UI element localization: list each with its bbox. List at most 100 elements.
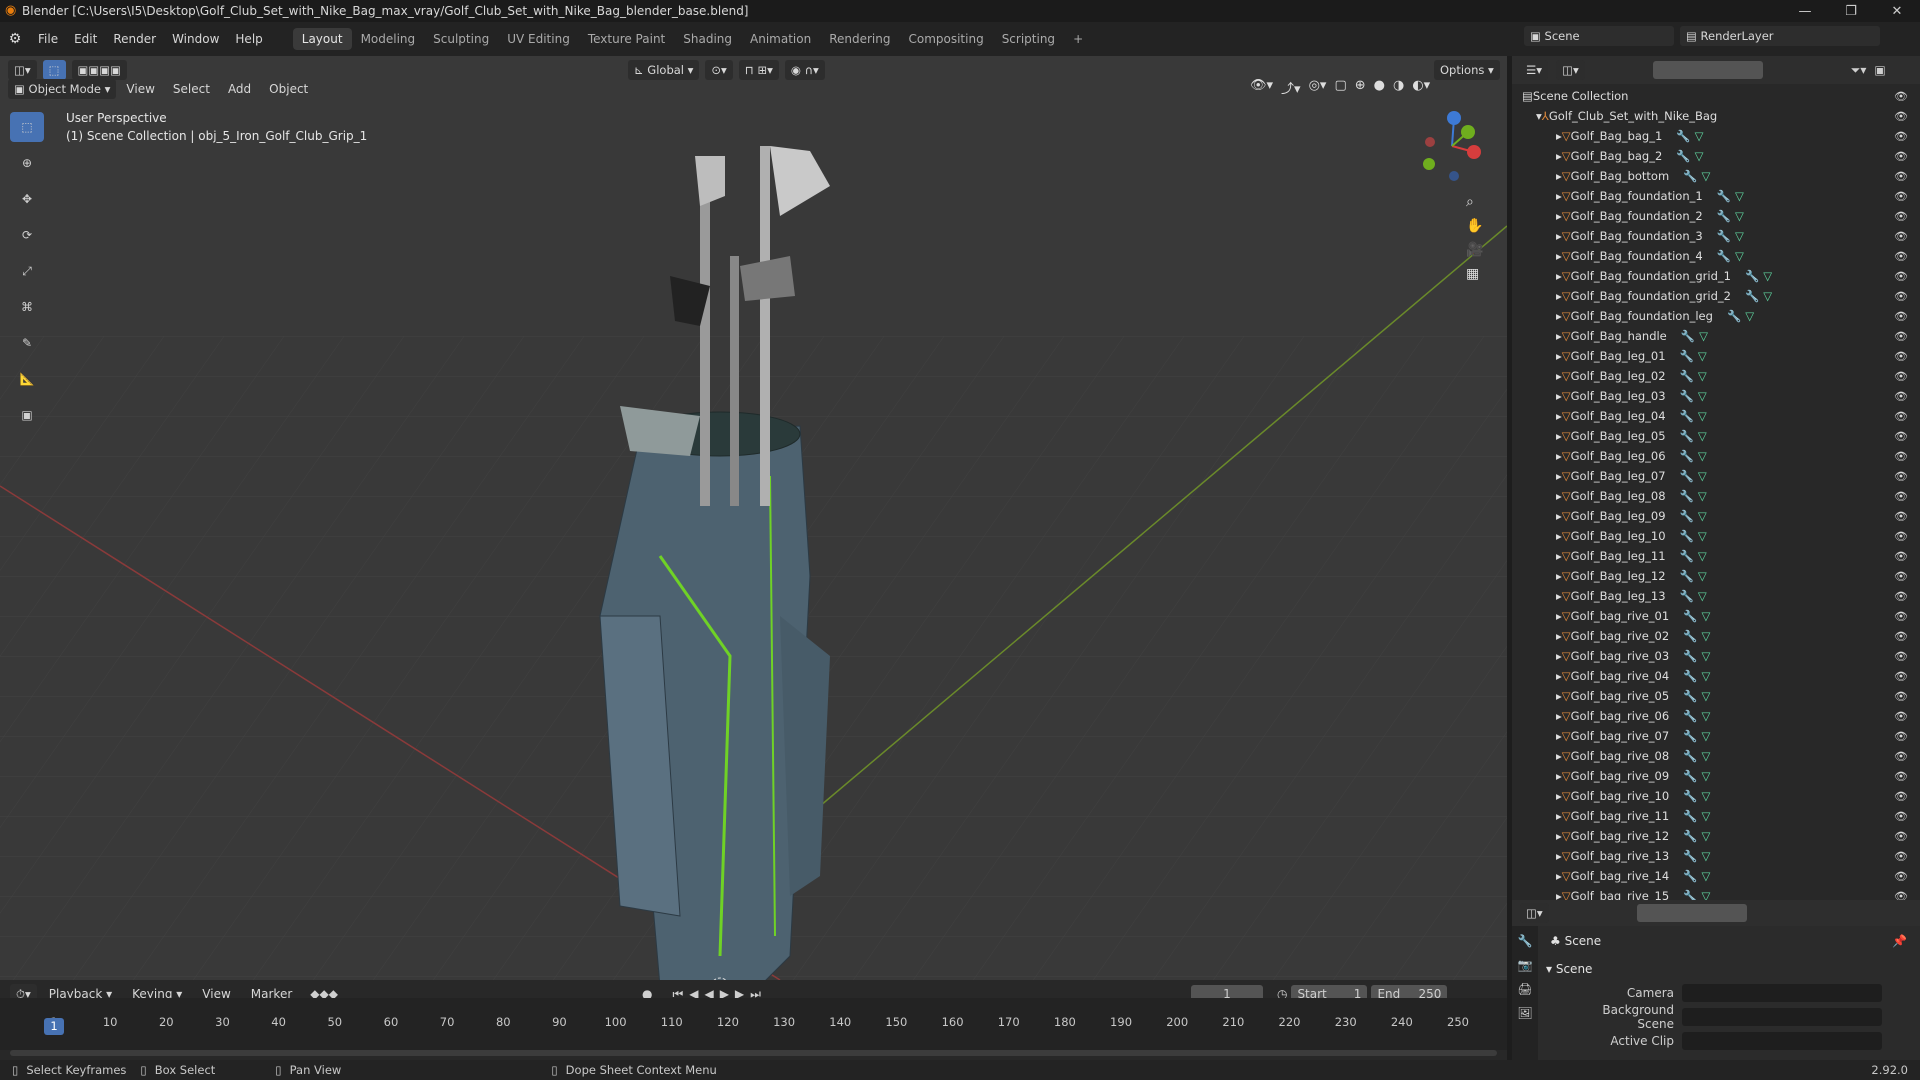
outliner-item[interactable]: ▸ ▽ Golf_bag_rive_06 🔧 ▽ 👁	[1512, 706, 1920, 726]
mesh-data-icon[interactable]: ▽	[1698, 529, 1707, 543]
gizmo-icon[interactable]: ⤴▾	[1281, 78, 1301, 97]
close-icon[interactable]: ✕	[1874, 0, 1920, 22]
filter-icon[interactable]: ⏷▾	[1851, 63, 1867, 78]
navigation-gizmo[interactable]	[1412, 106, 1492, 186]
minimize-icon[interactable]: —	[1782, 0, 1828, 22]
mesh-data-icon[interactable]: ▽	[1698, 369, 1707, 383]
visibility-icon[interactable]: 👁▾	[1250, 78, 1273, 97]
display-mode-icon[interactable]: ◫▾	[1556, 60, 1585, 80]
modifier-wrench-icon[interactable]: 🔧	[1680, 409, 1694, 423]
modifier-wrench-icon[interactable]: 🔧	[1680, 449, 1694, 463]
visibility-eye-icon[interactable]: 👁	[1894, 530, 1908, 543]
mesh-data-icon[interactable]: ▽	[1702, 609, 1711, 623]
camera-view-icon[interactable]: 🎥	[1466, 242, 1483, 258]
outliner-item[interactable]: ▸ ▽ Golf_Bag_leg_01 🔧 ▽ 👁	[1512, 346, 1920, 366]
modifier-wrench-icon[interactable]: 🔧	[1680, 569, 1694, 583]
outliner-item[interactable]: ▸ ▽ Golf_Bag_leg_10 🔧 ▽ 👁	[1512, 526, 1920, 546]
transform-tool-icon[interactable]: ⌘	[10, 292, 44, 322]
mesh-data-icon[interactable]: ▽	[1702, 789, 1711, 803]
pin-icon[interactable]: 📌	[1892, 934, 1907, 948]
modifier-wrench-icon[interactable]: 🔧	[1683, 749, 1697, 763]
mesh-data-icon[interactable]: ▽	[1698, 469, 1707, 483]
modifier-wrench-icon[interactable]: 🔧	[1683, 609, 1697, 623]
mesh-data-icon[interactable]: ▽	[1745, 309, 1754, 323]
select-mode-icon[interactable]: ⬚	[42, 60, 66, 80]
shading-material-icon[interactable]: ◑	[1393, 78, 1404, 97]
outliner-item[interactable]: ▸ ▽ Golf_Bag_bottom 🔧 ▽ 👁	[1512, 166, 1920, 186]
mesh-data-icon[interactable]: ▽	[1735, 209, 1744, 223]
mesh-data-icon[interactable]: ▽	[1698, 349, 1707, 363]
modifier-wrench-icon[interactable]: 🔧	[1717, 249, 1731, 263]
outliner-item[interactable]: ▸ ▽ Golf_Bag_leg_02 🔧 ▽ 👁	[1512, 366, 1920, 386]
new-collection-icon[interactable]: ▣	[1874, 63, 1885, 77]
modifier-wrench-icon[interactable]: 🔧	[1683, 629, 1697, 643]
visibility-eye-icon[interactable]: 👁	[1894, 310, 1908, 323]
modifier-wrench-icon[interactable]: 🔧	[1683, 649, 1697, 663]
outliner-item[interactable]: ▸ ▽ Golf_bag_rive_13 🔧 ▽ 👁	[1512, 846, 1920, 866]
visibility-eye-icon[interactable]: 👁	[1894, 410, 1908, 423]
tab-rendering[interactable]: Rendering	[820, 28, 899, 50]
outliner-item[interactable]: ▸ ▽ Golf_Bag_leg_12 🔧 ▽ 👁	[1512, 566, 1920, 586]
visibility-eye-icon[interactable]: 👁	[1894, 430, 1908, 443]
outliner-item[interactable]: ▸ ▽ Golf_bag_rive_08 🔧 ▽ 👁	[1512, 746, 1920, 766]
visibility-eye-icon[interactable]: 👁	[1894, 350, 1908, 363]
playhead[interactable]: 1	[44, 1018, 64, 1035]
tab-layout[interactable]: Layout	[292, 28, 352, 50]
proportional-edit-icon[interactable]: ◉ ∩▾	[784, 60, 825, 80]
visibility-eye-icon[interactable]: 👁	[1894, 610, 1908, 623]
mesh-data-icon[interactable]: ▽	[1698, 509, 1707, 523]
visibility-eye-icon[interactable]: 👁	[1894, 770, 1908, 783]
tab-texture-paint[interactable]: Texture Paint	[579, 28, 674, 50]
mesh-data-icon[interactable]: ▽	[1735, 189, 1744, 203]
outliner-item[interactable]: ▸ ▽ Golf_Bag_bag_1 🔧 ▽ 👁	[1512, 126, 1920, 146]
visibility-eye-icon[interactable]: 👁	[1894, 390, 1908, 403]
mesh-data-icon[interactable]: ▽	[1702, 749, 1711, 763]
transform-orientation[interactable]: ⊾ Global ▾	[628, 60, 700, 80]
outliner-item[interactable]: ▸ ▽ Golf_Bag_foundation_grid_1 🔧 ▽ 👁	[1512, 266, 1920, 286]
visibility-eye-icon[interactable]: 👁	[1894, 750, 1908, 763]
modifier-wrench-icon[interactable]: 🔧	[1683, 849, 1697, 863]
timeline-scrollbar[interactable]	[10, 1050, 1497, 1056]
overlay-icon[interactable]: ◎▾	[1309, 78, 1327, 97]
active-clip-field[interactable]	[1682, 1032, 1882, 1050]
visibility-eye-icon[interactable]: 👁	[1894, 170, 1908, 183]
visibility-eye-icon[interactable]: 👁	[1894, 570, 1908, 583]
options-menu[interactable]: Options ▾	[1434, 60, 1500, 80]
render-properties-icon[interactable]: 📷	[1518, 958, 1533, 972]
mesh-data-icon[interactable]: ▽	[1698, 409, 1707, 423]
cursor-tool-icon[interactable]: ⊕	[10, 148, 44, 178]
properties-search-input[interactable]	[1636, 904, 1747, 922]
modifier-wrench-icon[interactable]: 🔧	[1680, 529, 1694, 543]
modifier-wrench-icon[interactable]: 🔧	[1680, 469, 1694, 483]
shading-solid-icon[interactable]: ●	[1374, 78, 1385, 97]
visibility-eye-icon[interactable]: 👁	[1894, 490, 1908, 503]
modifier-wrench-icon[interactable]: 🔧	[1683, 689, 1697, 703]
mesh-data-icon[interactable]: ▽	[1702, 169, 1711, 183]
visibility-eye-icon[interactable]: 👁	[1894, 190, 1908, 203]
outliner-item[interactable]: ▸ ▽ Golf_Bag_foundation_2 🔧 ▽ 👁	[1512, 206, 1920, 226]
mesh-data-icon[interactable]: ▽	[1695, 149, 1704, 163]
visibility-eye-icon[interactable]: 👁	[1894, 210, 1908, 223]
outliner-item[interactable]: ▸ ▽ Golf_bag_rive_05 🔧 ▽ 👁	[1512, 686, 1920, 706]
modifier-wrench-icon[interactable]: 🔧	[1680, 369, 1694, 383]
add-cube-tool-icon[interactable]: ▣	[10, 400, 44, 430]
zoom-icon[interactable]: ⌕	[1466, 194, 1483, 210]
mesh-data-icon[interactable]: ▽	[1735, 229, 1744, 243]
outliner-item[interactable]: ▸ ▽ Golf_Bag_bag_2 🔧 ▽ 👁	[1512, 146, 1920, 166]
mesh-data-icon[interactable]: ▽	[1702, 869, 1711, 883]
tab-sculpting[interactable]: Sculpting	[424, 28, 498, 50]
mesh-data-icon[interactable]: ▽	[1699, 329, 1708, 343]
modifier-wrench-icon[interactable]: 🔧	[1680, 549, 1694, 563]
tool-properties-icon[interactable]: 🔧	[1518, 934, 1533, 948]
restore-icon[interactable]: ❐	[1828, 0, 1874, 22]
visibility-eye-icon[interactable]: 👁	[1894, 470, 1908, 483]
mesh-data-icon[interactable]: ▽	[1702, 729, 1711, 743]
snap-icon[interactable]: ⊓ ⊞▾	[738, 60, 779, 80]
scene-panel-header[interactable]: ▾ Scene	[1546, 962, 1592, 976]
mesh-data-icon[interactable]: ▽	[1702, 809, 1711, 823]
visibility-eye-icon[interactable]: 👁	[1894, 650, 1908, 663]
select-tool-icon[interactable]: ⬚	[10, 112, 44, 142]
menu-file[interactable]: File	[30, 28, 66, 50]
mesh-data-icon[interactable]: ▽	[1698, 489, 1707, 503]
mode-selector[interactable]: ▣ Object Mode ▾	[8, 79, 117, 99]
